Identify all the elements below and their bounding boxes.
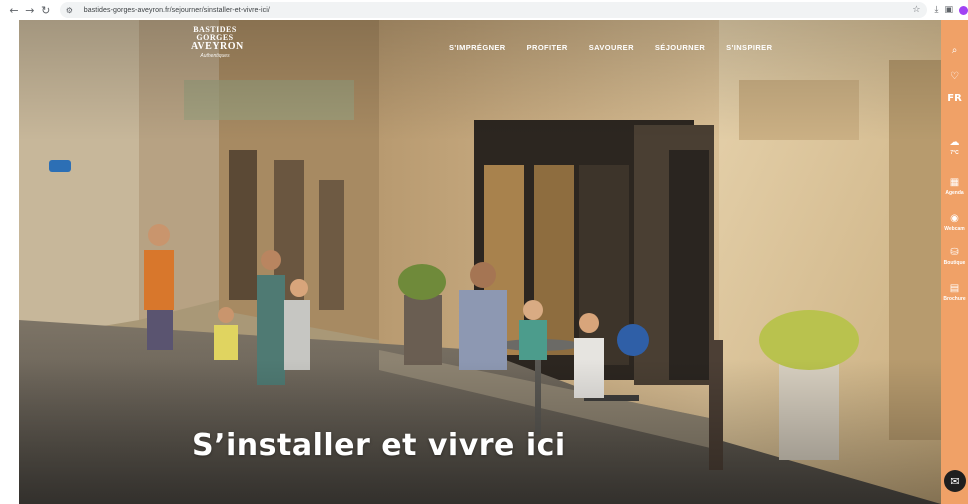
- sidebar-item-label: Agenda: [945, 190, 964, 196]
- book-icon: ▤: [949, 283, 960, 294]
- map-pin-icon: ◉: [950, 213, 959, 224]
- back-arrow-icon[interactable]: ←: [6, 2, 22, 18]
- sidebar-item-label: Boutique: [943, 260, 966, 266]
- side-panel-icon[interactable]: ▣: [944, 5, 953, 15]
- nav-profiter[interactable]: PROFITER: [527, 43, 568, 52]
- sidebar-item-label: Webcam: [944, 226, 965, 232]
- logo-line-3: AVEYRON: [191, 41, 244, 52]
- messenger-chat-icon[interactable]: ✉: [944, 470, 966, 492]
- nav-sejourner[interactable]: SÉJOURNER: [655, 43, 705, 52]
- weather-temperature: 7°C: [950, 150, 959, 156]
- sidebar-weather[interactable]: ☁ 7°C: [941, 137, 968, 157]
- page-title: S’installer et vivre ici: [192, 428, 566, 463]
- search-icon: ⌕: [951, 45, 958, 56]
- calendar-icon: ▦: [949, 177, 960, 188]
- forward-arrow-icon[interactable]: →: [22, 2, 38, 18]
- profile-avatar[interactable]: [959, 5, 968, 15]
- cloud-icon: ☁: [949, 137, 960, 148]
- address-bar[interactable]: ⚙ bastides-gorges-aveyron.fr/sejourner/s…: [59, 2, 927, 18]
- quick-access-sidebar: ⌕ ♡ FR ☁ 7°C ▦ Agenda ◉ Webcam ⛁ Boutiqu…: [941, 20, 968, 504]
- sidebar-item-agenda[interactable]: ▦ Agenda: [941, 177, 968, 197]
- download-icon[interactable]: ⤓: [935, 5, 939, 15]
- sidebar-search[interactable]: ⌕: [941, 46, 968, 56]
- nav-sinspirer[interactable]: S'INSPIRER: [726, 43, 772, 52]
- reload-icon[interactable]: ↻: [38, 2, 54, 18]
- heart-icon: ♡: [950, 71, 959, 82]
- main-navigation: S'IMPRÉGNER PROFITER SAVOURER SÉJOURNER …: [449, 43, 793, 52]
- sidebar-favorites[interactable]: ♡: [941, 72, 968, 82]
- nav-savourer[interactable]: SAVOURER: [589, 43, 634, 52]
- sidebar-item-brochure[interactable]: ▤ Brochure: [941, 283, 968, 303]
- nav-simpregner[interactable]: S'IMPRÉGNER: [449, 43, 506, 52]
- url-text[interactable]: bastides-gorges-aveyron.fr/sejourner/sin…: [84, 7, 270, 14]
- language-label: FR: [947, 93, 962, 104]
- sidebar-language[interactable]: FR: [941, 94, 968, 104]
- bookmark-star-icon[interactable]: ☆: [912, 5, 920, 15]
- sidebar-item-boutique[interactable]: ⛁ Boutique: [941, 247, 968, 267]
- site-settings-icon[interactable]: ⚙: [66, 6, 78, 15]
- browser-toolbar: ← → ↻ ⚙ bastides-gorges-aveyron.fr/sejou…: [0, 0, 968, 20]
- sidebar-item-webcam[interactable]: ◉ Webcam: [941, 213, 968, 233]
- site-logo[interactable]: BASTIDES GORGES AVEYRON Authentiques: [191, 26, 244, 59]
- logo-tagline: Authentiques: [200, 53, 230, 59]
- hero-section: BASTIDES GORGES AVEYRON Authentiques S'I…: [19, 20, 941, 504]
- sidebar-item-label: Brochure: [943, 296, 966, 302]
- basket-icon: ⛁: [950, 247, 959, 258]
